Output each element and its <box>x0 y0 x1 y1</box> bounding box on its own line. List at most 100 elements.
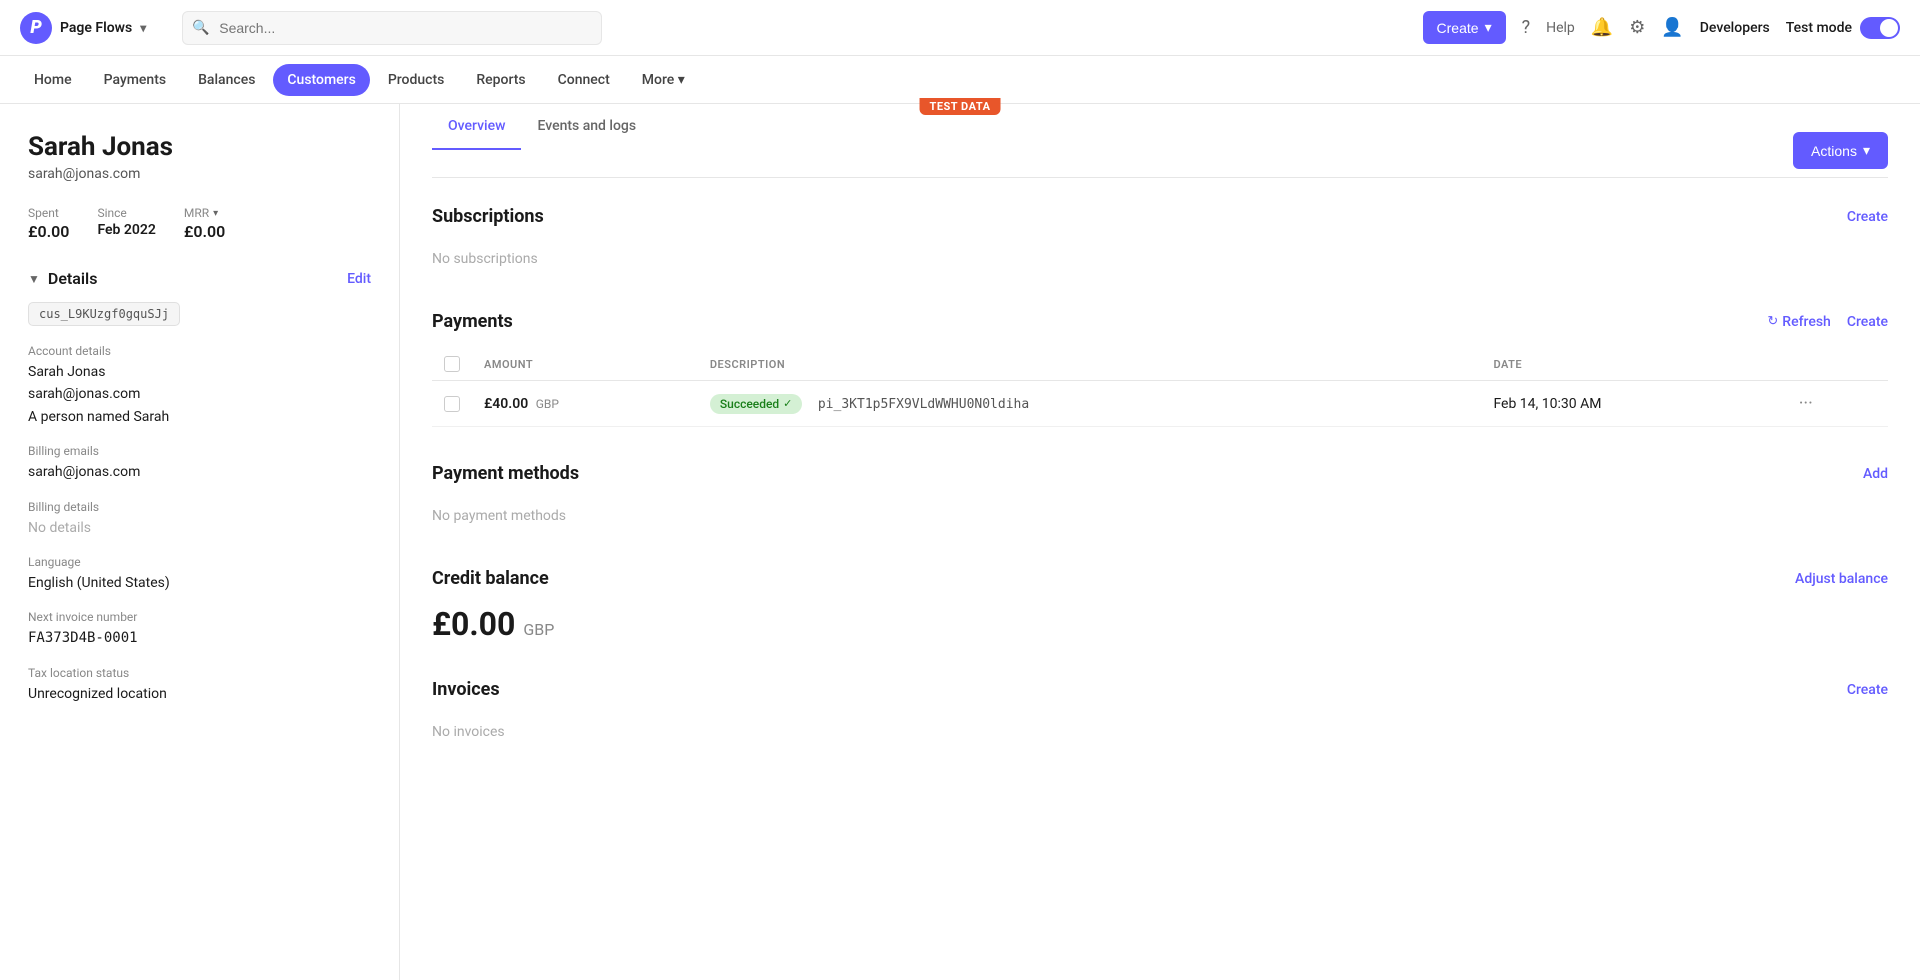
test-mode-toggle-wrap: Test mode <box>1786 17 1900 39</box>
tax-location-label: Tax location status <box>28 666 371 680</box>
mrr-row: MRR ▾ <box>184 206 225 220</box>
stat-mrr: MRR ▾ £0.00 <box>184 206 225 241</box>
payments-title: Payments <box>432 311 513 332</box>
billing-emails-block: Billing emails sarah@jonas.com <box>28 444 371 483</box>
user-icon[interactable]: 👤 <box>1661 17 1683 38</box>
stat-spent: Spent £0.00 <box>28 206 69 241</box>
test-mode-toggle[interactable] <box>1860 17 1900 39</box>
tab-events-logs[interactable]: Events and logs <box>521 104 652 150</box>
search-bar: 🔍 <box>182 11 602 45</box>
nav-home[interactable]: Home <box>20 64 86 96</box>
payment-methods-add-link[interactable]: Add <box>1863 466 1888 482</box>
account-email: sarah@jonas.com <box>28 383 371 405</box>
logo-area[interactable]: P Page Flows ▾ <box>20 12 146 44</box>
row-checkbox[interactable] <box>444 396 460 412</box>
credit-balance-header: Credit balance Adjust balance <box>432 568 1888 589</box>
payment-row: £40.00 GBP Succeeded ✓ pi_3KT1p5FX9VLdWW… <box>432 381 1888 427</box>
nav-connect[interactable]: Connect <box>544 64 624 96</box>
logo-icon: P <box>20 12 52 44</box>
row-amount: £40.00 GBP <box>472 381 698 427</box>
col-actions <box>1783 348 1888 381</box>
settings-icon[interactable]: ⚙ <box>1629 17 1645 38</box>
logo-letter: P <box>30 17 41 38</box>
spent-value: £0.00 <box>28 222 69 241</box>
edit-link[interactable]: Edit <box>347 271 371 287</box>
col-amount: AMOUNT <box>472 348 698 381</box>
actions-chevron: ▾ <box>1863 142 1870 159</box>
nav-reports[interactable]: Reports <box>462 64 539 96</box>
actions-button[interactable]: Actions ▾ <box>1793 132 1888 169</box>
tabs: Overview Events and logs <box>432 104 652 149</box>
adjust-balance-link[interactable]: Adjust balance <box>1795 571 1888 587</box>
invoices-empty: No invoices <box>432 716 1888 748</box>
mrr-value: £0.00 <box>184 222 225 241</box>
account-details-label: Account details <box>28 344 371 358</box>
tabs-row: Overview Events and logs Actions ▾ <box>432 104 1888 178</box>
subscriptions-title: Subscriptions <box>432 206 544 227</box>
tab-overview[interactable]: Overview <box>432 104 521 150</box>
tax-location-block: Tax location status Unrecognized locatio… <box>28 666 371 705</box>
details-header: ▼ Details Edit <box>28 269 371 288</box>
nav-more[interactable]: More ▾ <box>628 64 699 96</box>
create-chevron: ▾ <box>1485 19 1492 36</box>
col-description: DESCRIPTION <box>698 348 1482 381</box>
row-more-button[interactable]: ··· <box>1795 393 1817 414</box>
row-more-cell: ··· <box>1783 381 1888 427</box>
subscriptions-empty: No subscriptions <box>432 243 1888 275</box>
next-invoice-label: Next invoice number <box>28 610 371 624</box>
payments-header-row: AMOUNT DESCRIPTION DATE <box>432 348 1888 381</box>
mrr-chevron[interactable]: ▾ <box>213 208 218 219</box>
account-desc: A person named Sarah <box>28 406 371 428</box>
select-all-checkbox[interactable] <box>444 356 460 372</box>
subscriptions-header: Subscriptions Create <box>432 206 1888 227</box>
developers-link[interactable]: Developers <box>1700 20 1770 36</box>
tax-location-value: Unrecognized location <box>28 683 371 705</box>
create-button[interactable]: Create ▾ <box>1423 11 1506 44</box>
payment-methods-title: Payment methods <box>432 463 579 484</box>
help-icon[interactable]: ? <box>1522 17 1531 38</box>
nav-balances[interactable]: Balances <box>184 64 269 96</box>
payments-table: AMOUNT DESCRIPTION DATE £40.00 GBP <box>432 348 1888 427</box>
credit-value: £0.00 <box>432 605 515 643</box>
amount-currency: GBP <box>536 397 559 411</box>
account-details-values: Sarah Jonas sarah@jonas.com A person nam… <box>28 361 371 428</box>
subscriptions-create-link[interactable]: Create <box>1847 209 1888 225</box>
payments-refresh-link[interactable]: ↻ Refresh <box>1767 314 1830 330</box>
succeeded-label: Succeeded <box>720 397 779 411</box>
details-section: ▼ Details Edit cus_L9KUzgf0gquSJj Accoun… <box>28 269 371 705</box>
credit-balance-title: Credit balance <box>432 568 549 589</box>
search-input[interactable] <box>182 11 602 45</box>
payments-actions: ↻ Refresh Create <box>1767 314 1888 330</box>
language-label: Language <box>28 555 371 569</box>
customer-id: cus_L9KUzgf0gquSJj <box>28 302 180 326</box>
details-title: Details <box>48 269 98 288</box>
payments-create-link[interactable]: Create <box>1847 314 1888 330</box>
refresh-label: Refresh <box>1782 314 1831 330</box>
payment-id: pi_3KT1p5FX9VLdWWHU0N0ldiha <box>818 397 1029 412</box>
succeeded-badge: Succeeded ✓ <box>710 394 803 414</box>
nav-products[interactable]: Products <box>374 64 459 96</box>
nav-customers[interactable]: Customers <box>273 64 369 96</box>
notifications-icon[interactable]: 🔔 <box>1591 17 1613 38</box>
payment-methods-empty: No payment methods <box>432 500 1888 532</box>
mrr-label: MRR <box>184 206 209 220</box>
sidebar: Sarah Jonas sarah@jonas.com Spent £0.00 … <box>0 104 400 980</box>
search-icon: 🔍 <box>192 20 209 36</box>
details-title-wrap: ▼ Details <box>28 269 97 288</box>
refresh-icon: ↻ <box>1767 314 1778 329</box>
invoices-create-link[interactable]: Create <box>1847 682 1888 698</box>
details-toggle-icon[interactable]: ▼ <box>28 272 40 286</box>
invoices-header: Invoices Create <box>432 679 1888 700</box>
payment-methods-header: Payment methods Add <box>432 463 1888 484</box>
billing-emails-value: sarah@jonas.com <box>28 461 371 483</box>
customer-name: Sarah Jonas <box>28 132 371 162</box>
nav-payments[interactable]: Payments <box>90 64 181 96</box>
payments-thead: AMOUNT DESCRIPTION DATE <box>432 348 1888 381</box>
brand-name: Page Flows <box>60 20 132 36</box>
col-checkbox <box>432 348 472 381</box>
next-invoice-block: Next invoice number FA373D4B-0001 <box>28 610 371 649</box>
billing-details-block: Billing details No details <box>28 500 371 539</box>
brand-chevron[interactable]: ▾ <box>140 21 146 35</box>
row-checkbox-cell <box>432 381 472 427</box>
since-label: Since <box>97 206 155 220</box>
